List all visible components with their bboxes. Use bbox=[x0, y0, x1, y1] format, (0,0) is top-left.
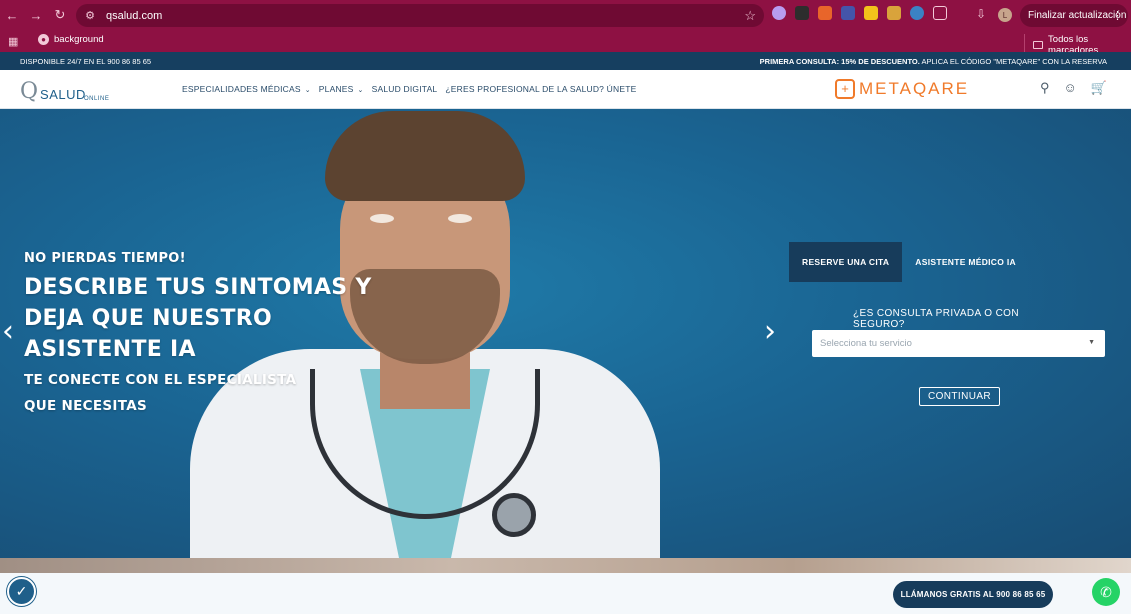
chevron-down-icon: ⌄ bbox=[304, 87, 311, 94]
bookmark-label: background bbox=[54, 34, 104, 45]
site-settings-icon[interactable]: ⚙ bbox=[82, 9, 98, 22]
back-icon[interactable]: ← bbox=[0, 0, 24, 30]
site-topbar: DISPONIBLE 24/7 EN EL 900 86 85 65 PRIME… bbox=[0, 52, 1131, 70]
accessibility-icon[interactable]: ✓ bbox=[7, 577, 36, 606]
hero-kicker: NO PIERDAS TIEMPO! bbox=[24, 251, 186, 266]
partner-name: METAQARE bbox=[859, 79, 970, 98]
hero-text: NO PIERDAS TIEMPO! DESCRIBE TUS SINTOMAS… bbox=[24, 251, 384, 419]
logo-brand: SALUD bbox=[40, 87, 86, 102]
continue-button[interactable]: CONTINUAR bbox=[919, 387, 1001, 406]
apps-grid-icon[interactable]: ▦ bbox=[8, 35, 18, 48]
extension-icon[interactable] bbox=[772, 6, 786, 20]
extension-icon[interactable] bbox=[841, 6, 855, 20]
partner-logo[interactable]: + METAQARE bbox=[835, 79, 969, 99]
profile-avatar[interactable]: L bbox=[998, 8, 1012, 22]
bookmarks-bar: ▦ ● background Todos los marcadores bbox=[0, 30, 1131, 56]
site-logo[interactable]: Q SALUD ONLINE bbox=[20, 78, 109, 104]
bookmark-item[interactable]: ● background bbox=[38, 34, 104, 45]
reload-icon[interactable]: ↻ bbox=[48, 0, 72, 30]
promo-bold: PRIMERA CONSULTA: 15% DE DESCUENTO. bbox=[759, 56, 920, 66]
browser-toolbar: ← → ↻ ⚙ qsalud.com ☆ ⇩ L Finalizar actua… bbox=[0, 0, 1131, 30]
tab-ai-assistant[interactable]: ASISTENTE MÉDICO IA bbox=[902, 242, 1029, 282]
globe-icon: ● bbox=[38, 34, 49, 45]
user-icon[interactable]: ☺ bbox=[1064, 80, 1077, 96]
logo-sub: ONLINE bbox=[84, 96, 110, 102]
hero-headline: DESCRIBE TUS SINTOMAS Y DEJA QUE NUESTRO… bbox=[24, 275, 372, 362]
slider-prev-icon[interactable]: ‹ bbox=[2, 317, 14, 347]
tab-reserve[interactable]: RESERVE UNA CITA bbox=[789, 242, 903, 282]
menu-label: SALUD DIGITAL bbox=[371, 84, 438, 94]
extensions-row bbox=[772, 6, 947, 20]
download-icon[interactable]: ⇩ bbox=[976, 7, 986, 21]
promo-text: PRIMERA CONSULTA: 15% DE DESCUENTO. APLI… bbox=[760, 57, 1107, 66]
menu-dots-icon[interactable]: ⋮ bbox=[1112, 9, 1123, 22]
menu-label: ¿ERES PROFESIONAL DE LA SALUD? ÚNETE bbox=[445, 84, 637, 94]
bookmark-star-icon[interactable]: ☆ bbox=[744, 8, 756, 24]
booking-tabs: RESERVE UNA CITA ASISTENTE MÉDICO IA bbox=[789, 242, 1029, 282]
url-text: qsalud.com bbox=[106, 9, 163, 22]
main-menu: ESPECIALIDADES MÉDICAS ⌄ PLANES ⌄ SALUD DI… bbox=[182, 84, 636, 94]
forward-icon[interactable]: → bbox=[24, 0, 48, 30]
header-icons: ⚲ ☺ 🛒 bbox=[1040, 80, 1107, 96]
hero-banner: NO PIERDAS TIEMPO! DESCRIBE TUS SINTOMAS… bbox=[0, 109, 1131, 558]
update-button[interactable]: Finalizar actualización ⋮ bbox=[1020, 4, 1128, 27]
chevron-down-icon: ⌄ bbox=[357, 87, 364, 94]
bottom-bar: ✓ LLÁMANOS GRATIS AL 900 86 85 65 ✆ bbox=[0, 573, 1131, 614]
call-button[interactable]: LLÁMANOS GRATIS AL 900 86 85 65 bbox=[893, 581, 1053, 608]
booking-question: ¿ES CONSULTA PRIVADA O CON SEGURO? bbox=[853, 308, 1019, 330]
booking-widget: RESERVE UNA CITA ASISTENTE MÉDICO IA ¿ES… bbox=[789, 242, 1105, 406]
background-strip bbox=[0, 558, 1131, 573]
menu-label: PLANES bbox=[318, 84, 354, 94]
menu-item-salud-digital[interactable]: SALUD DIGITAL bbox=[372, 84, 438, 94]
hero-subheadline: TE CONECTE CON EL ESPECIALISTA QUE NECES… bbox=[24, 372, 297, 414]
puzzle-icon[interactable] bbox=[933, 6, 947, 20]
menu-label: ESPECIALIDADES MÉDICAS bbox=[182, 84, 301, 94]
menu-item-especialidades[interactable]: ESPECIALIDADES MÉDICAS ⌄ bbox=[182, 84, 311, 94]
caret-down-icon: ▼ bbox=[1088, 339, 1095, 346]
service-select[interactable]: Selecciona tu servicio ▼ bbox=[812, 330, 1105, 357]
availability-text: DISPONIBLE 24/7 EN EL 900 86 85 65 bbox=[20, 56, 152, 66]
site-header: Q SALUD ONLINE ESPECIALIDADES MÉDICAS ⌄ P… bbox=[0, 70, 1131, 109]
search-icon[interactable]: ⚲ bbox=[1040, 80, 1050, 96]
folder-icon bbox=[1033, 41, 1044, 49]
menu-item-unete[interactable]: ¿ERES PROFESIONAL DE LA SALUD? ÚNETE bbox=[445, 84, 636, 94]
cart-icon[interactable]: 🛒 bbox=[1091, 80, 1107, 96]
extension-icon[interactable] bbox=[818, 6, 832, 20]
extension-icon[interactable] bbox=[887, 6, 901, 20]
logo-mark: Q bbox=[20, 79, 39, 104]
extension-icon[interactable] bbox=[795, 6, 809, 20]
partner-mark-icon: + bbox=[835, 79, 855, 99]
address-bar[interactable]: ⚙ qsalud.com ☆ bbox=[76, 4, 764, 27]
extension-icon[interactable] bbox=[864, 6, 878, 20]
slider-next-icon[interactable]: › bbox=[764, 317, 776, 347]
extension-icon[interactable] bbox=[910, 6, 924, 20]
whatsapp-icon[interactable]: ✆ bbox=[1092, 578, 1120, 606]
promo-rest: APLICA EL CÓDIGO "METAQARE" CON LA RESER… bbox=[921, 56, 1107, 66]
select-placeholder: Selecciona tu servicio bbox=[820, 338, 912, 349]
menu-item-planes[interactable]: PLANES ⌄ bbox=[319, 84, 364, 94]
